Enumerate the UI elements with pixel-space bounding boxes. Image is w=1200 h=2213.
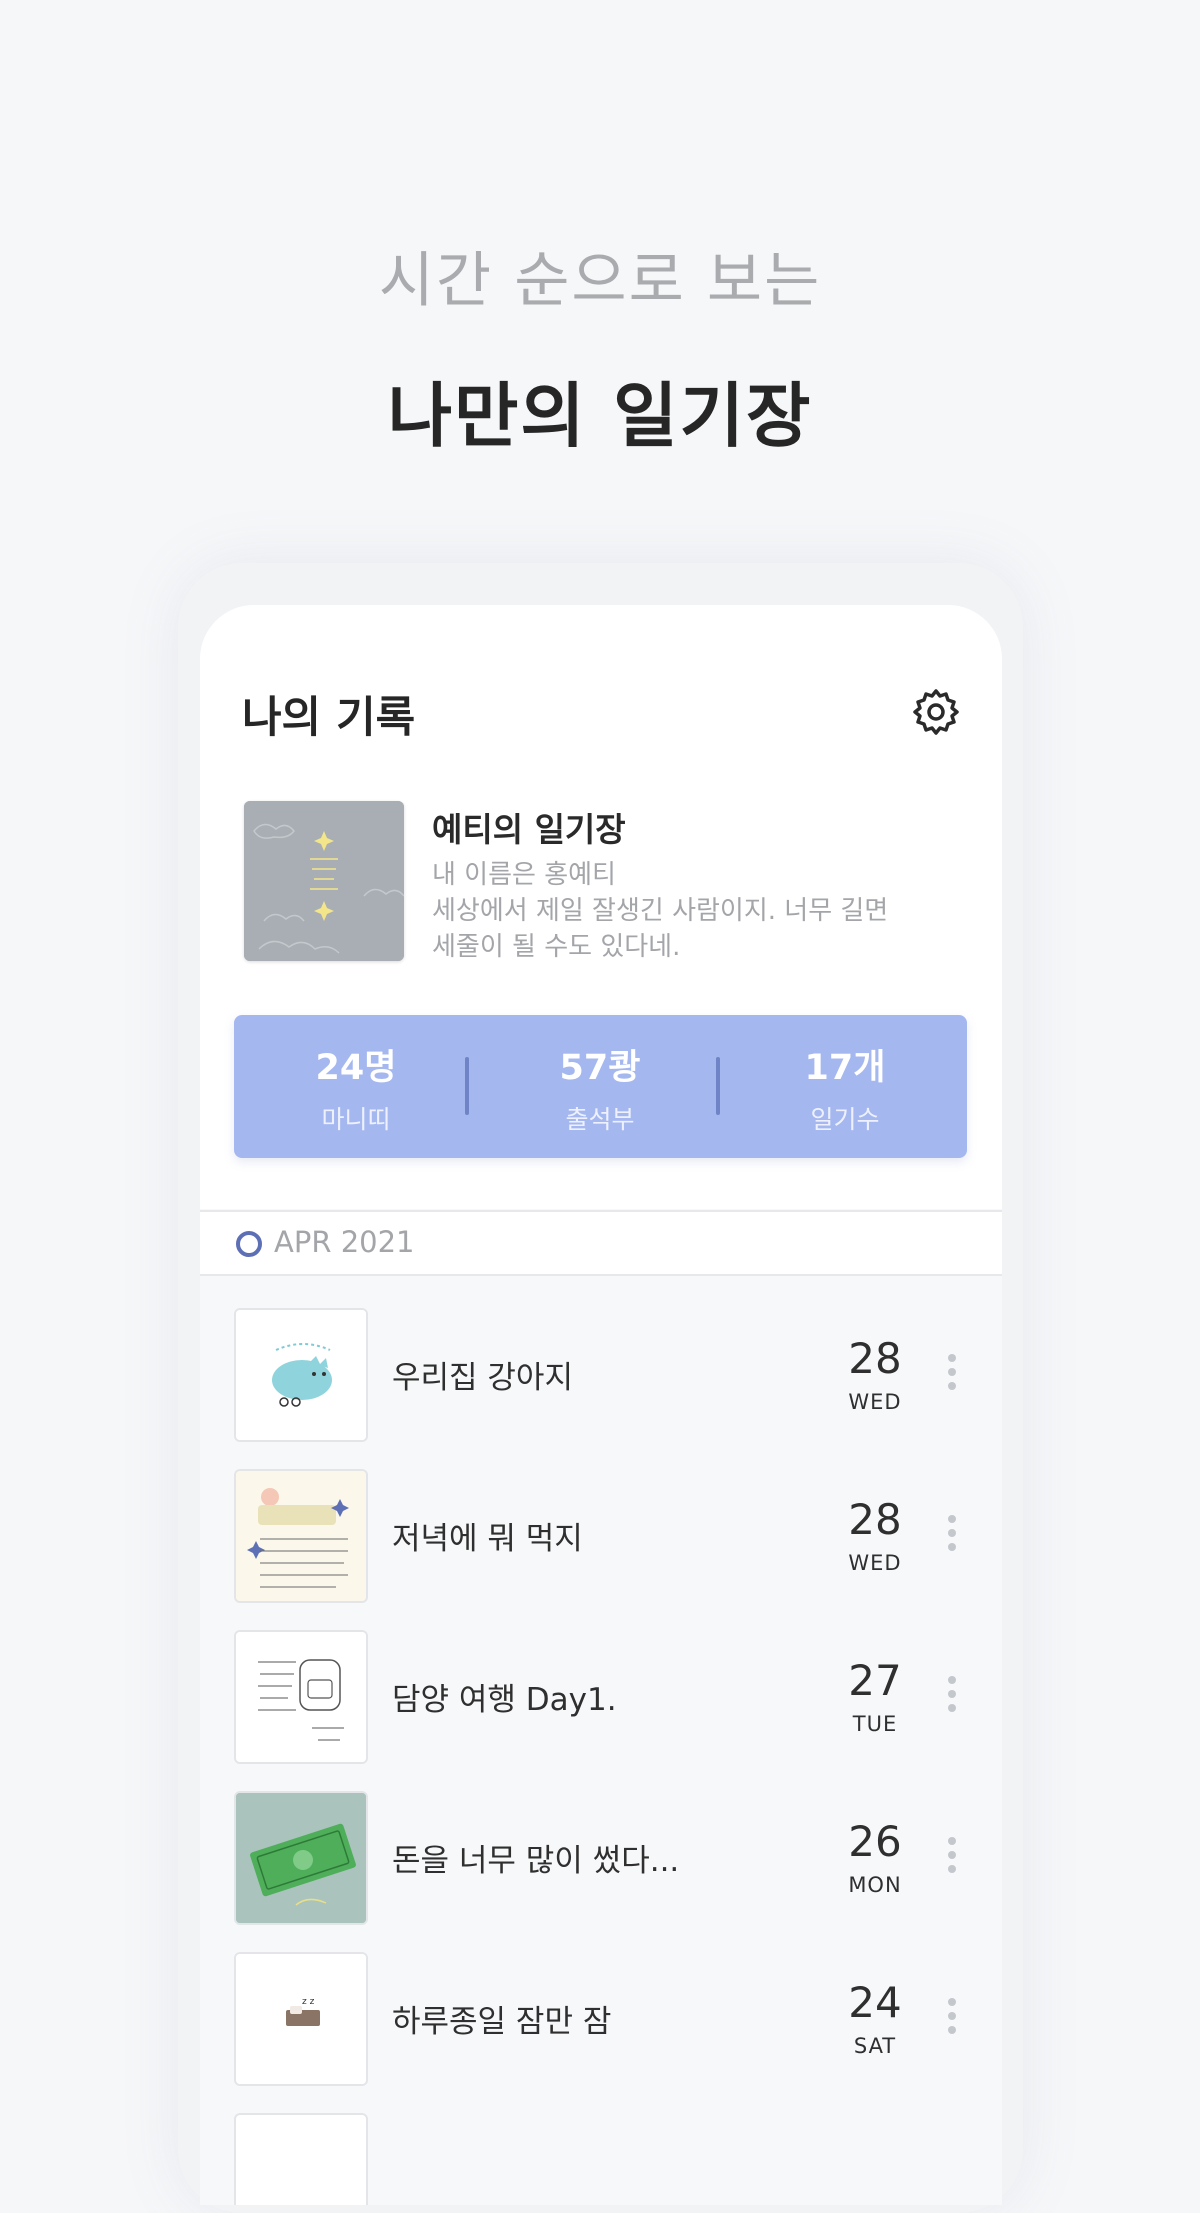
app-screen: 나의 기록 예티의 일기장 내 이름은 홍예티 세상에서 제일 잘생긴 사람이지… [200, 605, 1002, 2205]
entry-weekday: WED [848, 1390, 902, 1414]
month-header: APR 2021 [200, 1210, 1002, 1276]
profile-section: 나의 기록 예티의 일기장 내 이름은 홍예티 세상에서 제일 잘생긴 사람이지… [200, 605, 1002, 1209]
entry-thumbnail: z z [234, 1952, 368, 2086]
stat-label: 마니띠 [321, 1105, 391, 1134]
stat-attendance[interactable]: 57쾅 출석부 [478, 1039, 722, 1136]
diary-name: 예티의 일기장 [432, 810, 626, 849]
divider [465, 1057, 469, 1115]
stat-value: 17개 [804, 1048, 886, 1088]
entry-title: 우리집 강아지 [392, 1360, 573, 1396]
entry-day: 24 [848, 1978, 902, 2027]
entry-thumbnail [234, 1791, 368, 1925]
list-item[interactable]: 저녁에 뭐 먹지 28 WED [200, 1459, 1002, 1609]
entry-weekday: SAT [853, 2034, 897, 2058]
entry-title: 저녁에 뭐 먹지 [392, 1521, 583, 1557]
entry-day: 28 [848, 1334, 902, 1383]
entry-day: 26 [848, 1817, 902, 1866]
more-options-icon[interactable] [948, 1998, 958, 2038]
entry-weekday: TUE [852, 1712, 898, 1736]
list-item[interactable]: 담양 여행 Day1. 27 TUE [200, 1620, 1002, 1770]
entry-thumbnail [234, 1469, 368, 1603]
more-options-icon[interactable] [948, 1676, 958, 1716]
stats-panel: 24명 마니띠 57쾅 출석부 17개 일기수 [234, 1015, 967, 1158]
more-options-icon[interactable] [948, 1837, 958, 1877]
stat-value: 57쾅 [559, 1048, 641, 1088]
entry-day: 27 [848, 1656, 902, 1705]
entry-title: 담양 여행 Day1. [392, 1682, 617, 1718]
list-item[interactable]: 우리집 강아지 28 WED [200, 1298, 1002, 1448]
list-item[interactable]: 돈을 너무 많이 썼다... 26 MON [200, 1781, 1002, 1931]
list-item[interactable]: z z 하루종일 잠만 잠 24 SAT [200, 1942, 1002, 2092]
entry-weekday: MON [848, 1873, 902, 1897]
timeline-dot-icon [236, 1231, 262, 1257]
hero-subtitle: 시간 순으로 보는 [378, 246, 822, 316]
stat-value: 24명 [315, 1048, 397, 1088]
diary-cover-image[interactable] [244, 801, 404, 961]
description-line: 세줄이 될 수도 있다네. [432, 932, 681, 962]
more-options-icon[interactable] [948, 1515, 958, 1555]
diary-description: 내 이름은 홍예티 세상에서 제일 잘생긴 사람이지. 너무 길면 세줄이 될 … [432, 857, 952, 965]
entry-thumbnail [234, 1308, 368, 1442]
entry-title: 하루종일 잠만 잠 [392, 2004, 612, 2040]
hero-title: 나만의 일기장 [387, 375, 813, 457]
gear-icon[interactable] [910, 685, 962, 737]
month-label: APR 2021 [274, 1225, 415, 1259]
page-title: 나의 기록 [242, 693, 416, 743]
entry-day: 28 [848, 1495, 902, 1544]
svg-text:z z: z z [302, 1997, 315, 2007]
entry-thumbnail [234, 1630, 368, 1764]
stat-diary-count[interactable]: 17개 일기수 [723, 1039, 967, 1136]
entry-thumbnail [234, 2113, 368, 2205]
stat-label: 출석부 [565, 1105, 635, 1134]
stat-manitti[interactable]: 24명 마니띠 [234, 1039, 478, 1136]
entry-title: 돈을 너무 많이 썼다... [392, 1843, 680, 1879]
entry-weekday: WED [848, 1551, 902, 1575]
stat-label: 일기수 [810, 1105, 880, 1134]
more-options-icon[interactable] [948, 1354, 958, 1394]
description-line: 세상에서 제일 잘생긴 사람이지. 너무 길면 [432, 896, 889, 926]
list-item[interactable] [200, 2103, 1002, 2205]
description-line: 내 이름은 홍예티 [432, 860, 616, 890]
divider [716, 1057, 720, 1115]
